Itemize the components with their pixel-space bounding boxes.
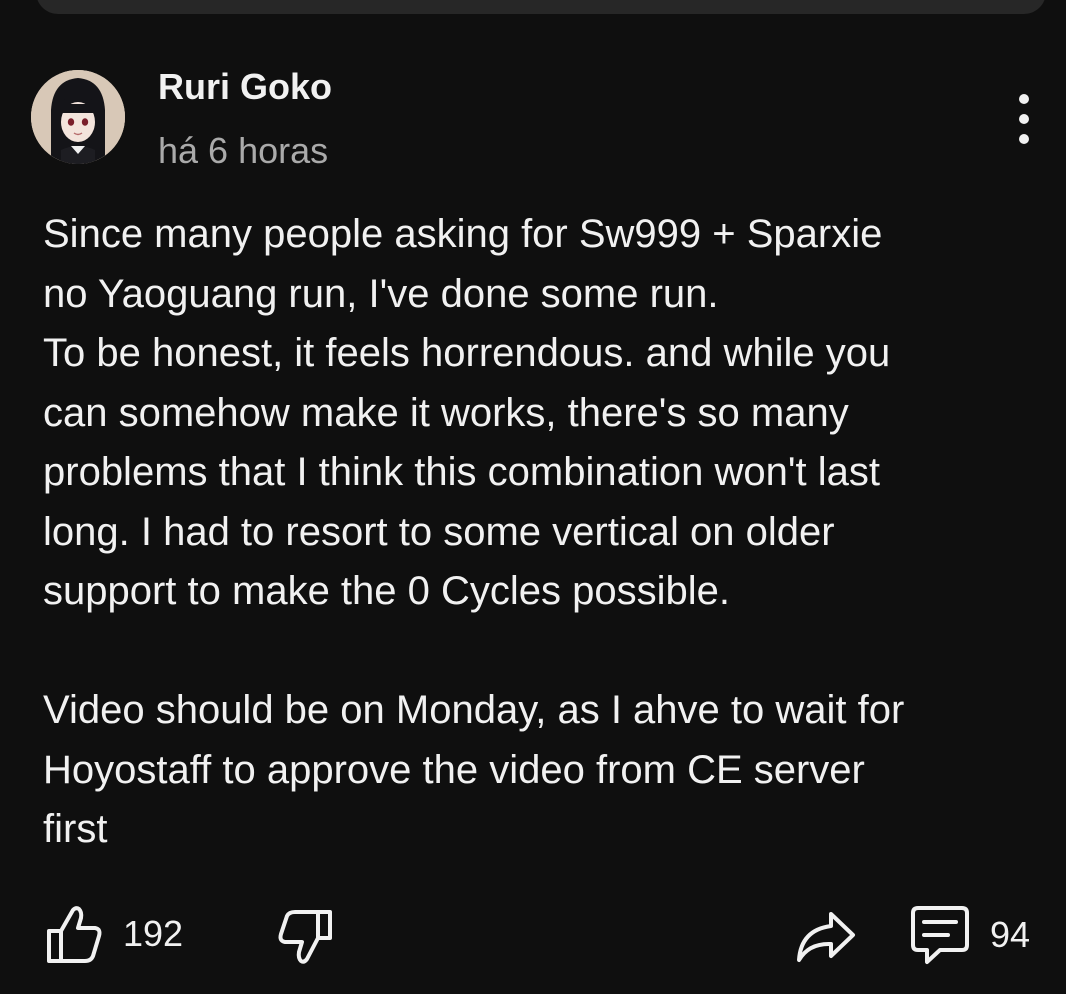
author-name[interactable]: Ruri Goko bbox=[158, 66, 332, 108]
thumbs-up-icon bbox=[47, 906, 102, 963]
action-bar: 192 94 bbox=[0, 900, 1066, 970]
reply-button[interactable]: 94 bbox=[910, 904, 1030, 966]
avatar-image bbox=[31, 70, 125, 164]
avatar[interactable] bbox=[31, 70, 125, 164]
like-count: 192 bbox=[123, 913, 184, 954]
comment-icon bbox=[911, 906, 969, 964]
thumbs-down-icon bbox=[278, 910, 332, 964]
reply-count: 94 bbox=[990, 914, 1031, 955]
post-timestamp: há 6 horas bbox=[158, 130, 329, 171]
more-options-button[interactable] bbox=[1004, 94, 1044, 144]
share-arrow-icon bbox=[797, 912, 855, 962]
community-post: Ruri Goko há 6 horas Since many people a… bbox=[0, 0, 1066, 994]
dislike-button[interactable] bbox=[276, 908, 334, 966]
share-button[interactable] bbox=[795, 908, 857, 964]
like-button[interactable]: 192 bbox=[45, 904, 183, 964]
post-body: Since many people asking for Sw999 + Spa… bbox=[43, 212, 905, 851]
more-vertical-icon bbox=[1019, 94, 1029, 104]
